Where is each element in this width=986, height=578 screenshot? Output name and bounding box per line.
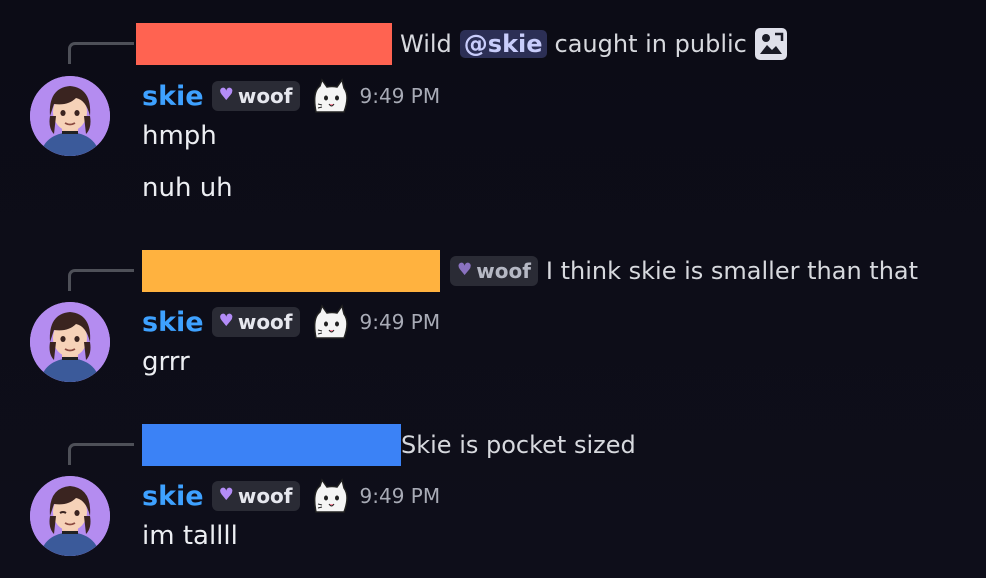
server-tag[interactable]: ♥ woof (211, 307, 300, 337)
server-tag[interactable]: ♥ woof (450, 256, 538, 286)
username[interactable]: skie (142, 307, 204, 338)
server-tag[interactable]: ♥ woof (211, 81, 300, 111)
reply-connector (68, 42, 134, 64)
username[interactable]: skie (142, 481, 204, 512)
cat-badge-icon (308, 304, 350, 340)
cat-badge-icon (308, 78, 350, 114)
message-text: nuh uh (142, 173, 233, 203)
reply-preview[interactable]: ♥ woof I think skie is smaller than that (142, 250, 918, 292)
avatar[interactable] (30, 302, 110, 382)
timestamp[interactable]: 9:49 PM (360, 310, 441, 334)
avatar[interactable] (30, 76, 110, 156)
avatar[interactable] (30, 476, 110, 556)
message-header: skie ♥ woof 9:49 PM (142, 78, 440, 114)
message-text: im tallll (142, 521, 238, 551)
reply-connector (68, 269, 134, 291)
redacted-reply-author (142, 424, 401, 466)
message-text: hmph (142, 121, 217, 151)
reply-text: I think skie is smaller than that (545, 257, 919, 285)
tag-label: woof (237, 309, 293, 334)
image-icon (754, 28, 787, 60)
cat-badge-icon (308, 478, 350, 514)
timestamp[interactable]: 9:49 PM (360, 484, 441, 508)
reply-preview[interactable]: Skie is pocket sized (142, 424, 636, 466)
heart-icon: ♥ (218, 311, 234, 331)
message-header: skie ♥ woof 9:49 PM (142, 478, 440, 514)
chat-log: Wild @skie caught in public skie ♥ woof … (0, 0, 986, 578)
reply-text-after: caught in public (554, 30, 747, 58)
username[interactable]: skie (142, 81, 204, 112)
reply-preview[interactable]: Wild @skie caught in public (136, 23, 787, 65)
heart-icon: ♥ (457, 260, 473, 280)
reply-text: Skie is pocket sized (401, 431, 636, 459)
redacted-reply-author (142, 250, 440, 292)
tag-label: woof (237, 83, 293, 108)
reply-connector (68, 443, 134, 465)
server-tag[interactable]: ♥ woof (211, 481, 300, 511)
message-header: skie ♥ woof 9:49 PM (142, 304, 440, 340)
heart-icon: ♥ (218, 85, 234, 105)
message-text: grrr (142, 347, 190, 377)
timestamp[interactable]: 9:49 PM (360, 84, 441, 108)
tag-label: woof (237, 483, 293, 508)
redacted-reply-author (136, 23, 392, 65)
heart-icon: ♥ (218, 485, 234, 505)
tag-label: woof (476, 258, 531, 283)
user-mention[interactable]: @skie (459, 30, 547, 58)
reply-text-before: Wild (400, 30, 452, 58)
